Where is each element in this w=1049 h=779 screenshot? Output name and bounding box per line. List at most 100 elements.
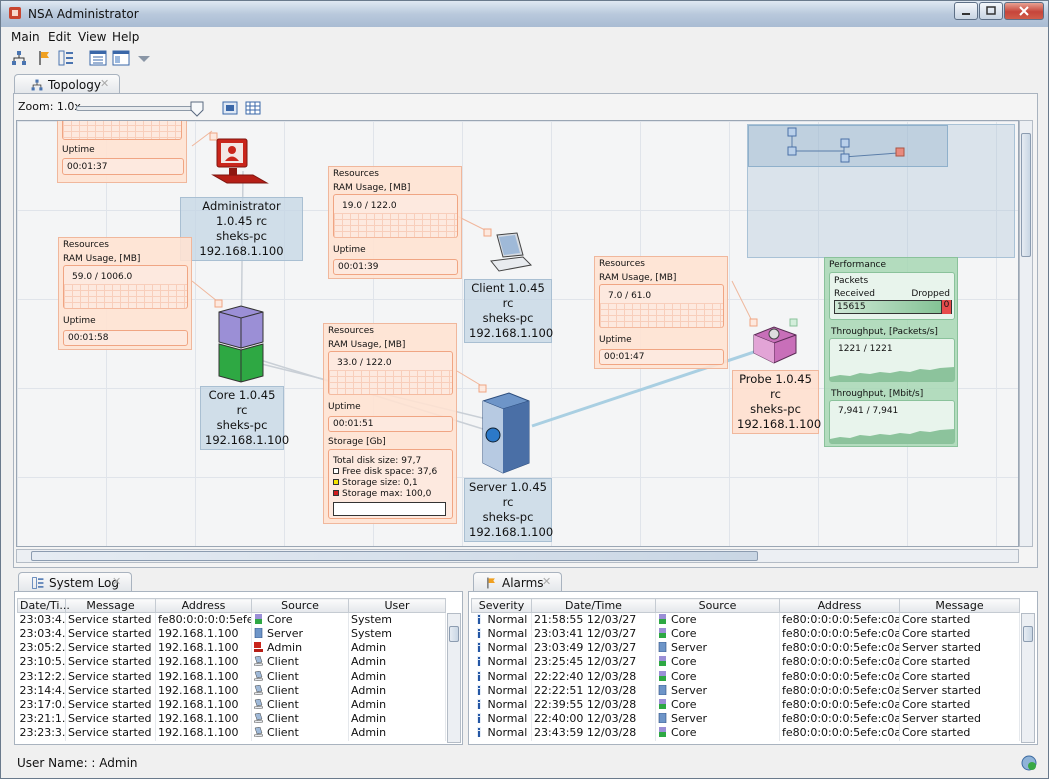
- menu-edit[interactable]: Edit: [48, 30, 71, 44]
- minimap[interactable]: [747, 124, 1015, 258]
- alarms-column-header[interactable]: Date/Time: [531, 598, 656, 613]
- packets-bar: 15615 0: [834, 300, 952, 314]
- menu-main[interactable]: Main: [11, 30, 40, 44]
- system-log-column-header[interactable]: Source: [251, 598, 349, 613]
- tab-close-icon[interactable]: ✕: [100, 77, 109, 90]
- tab-alarms[interactable]: Alarms ✕: [473, 572, 562, 592]
- canvas-horizontal-scrollbar[interactable]: [16, 549, 1019, 563]
- alarms-panel: Severity Date/Time Source Address Message No…: [468, 591, 1038, 745]
- topology-canvas[interactable]: Uptime 00:01:37 Administrator 1.0.45 rc …: [16, 120, 1019, 547]
- maximize-icon: [986, 6, 996, 15]
- table-row[interactable]: Normal 22:22:51 12/03/28 Server fe80:0:0:0:…: [471, 683, 1020, 698]
- maximize-button[interactable]: [979, 2, 1003, 20]
- table-row[interactable]: 23:14:4...Service started 192.168.1.100 Cl…: [17, 683, 446, 698]
- alarms-column-header[interactable]: Severity: [471, 598, 532, 613]
- title-bar[interactable]: NSA Administrator: [1, 1, 1048, 27]
- ram-label: RAM Usage, [MB]: [328, 340, 406, 350]
- vertical-scroll-thumb[interactable]: [1021, 133, 1031, 257]
- core-icon: [659, 727, 666, 738]
- system-log-cell: 23:21:1...: [17, 712, 66, 727]
- menu-help[interactable]: Help: [112, 30, 139, 44]
- system-log-cell-text: System: [351, 613, 393, 626]
- alarms-cell-text: Server started: [902, 641, 981, 655]
- system-log-cell-text: fe80:0:0:0:0:5efe:...: [158, 613, 251, 626]
- table-row[interactable]: Normal 22:40:00 12/03/28 Server fe80:0:0:0:…: [471, 712, 1020, 727]
- core-icon: [659, 699, 666, 710]
- core-resource-card: Resources RAM Usage, [MB] 59.0 / 1006.0 …: [58, 237, 192, 350]
- system-log-column-header[interactable]: User: [348, 598, 446, 613]
- client-node-icon[interactable]: [487, 231, 535, 277]
- table-row[interactable]: 23:03:4...Service started 192.168.1.100 Se…: [17, 627, 446, 642]
- system-log-scrollbar[interactable]: [447, 613, 461, 743]
- system-log-cell-text: Admin: [351, 712, 387, 726]
- horizontal-scroll-thumb[interactable]: [31, 551, 758, 561]
- table-row[interactable]: 23:12:2...Service started 192.168.1.100 Cl…: [17, 669, 446, 684]
- system-log-column-header[interactable]: Date/Ti...: [17, 598, 70, 613]
- table-row[interactable]: Normal 22:22:40 12/03/28 Core fe80:0:0:0:0:…: [471, 669, 1020, 684]
- zoom-slider[interactable]: [76, 106, 201, 111]
- system-log-column-header[interactable]: Message: [65, 598, 156, 613]
- table-row[interactable]: Normal 23:43:59 12/03/28 Core fe80:0:0:0:0:…: [471, 726, 1020, 741]
- menu-view[interactable]: View: [78, 30, 106, 44]
- probe-node-icon[interactable]: [752, 323, 798, 367]
- probe-performance-card: Performance Packets Received Dropped 156…: [824, 257, 958, 447]
- table-row[interactable]: 23:23:3...Service started 192.168.1.100 Cl…: [17, 726, 446, 741]
- server-icon: [658, 684, 667, 695]
- system-log-cell-text: Admin: [351, 655, 387, 669]
- window-icon[interactable]: [112, 49, 130, 67]
- table-row[interactable]: Normal 23:03:41 12/03/27 Core fe80:0:0:0:0:…: [471, 627, 1020, 642]
- system-log-icon[interactable]: [57, 49, 75, 67]
- system-log-cell: Service started: [65, 655, 156, 670]
- system-log-cell-text: 192.168.1.100: [158, 655, 239, 669]
- alarms-column-header[interactable]: Message: [899, 598, 1020, 613]
- table-row[interactable]: Normal 22:39:55 12/03/28 Core fe80:0:0:0:0:…: [471, 697, 1020, 713]
- tab-topology[interactable]: Topology ✕: [14, 74, 120, 94]
- system-log-cell: 192.168.1.100: [155, 655, 252, 670]
- list-view-icon[interactable]: [89, 49, 107, 67]
- dropdown-icon[interactable]: [135, 49, 153, 67]
- system-log-cell-text: 23:21:1...: [19, 712, 66, 726]
- alarms-cell: 23:03:49 12/03/27: [531, 641, 656, 656]
- topology-icon[interactable]: [10, 49, 28, 67]
- alarms-cell: Core started: [899, 669, 1020, 684]
- system-log-column-header[interactable]: Address: [155, 598, 252, 613]
- server-node-icon[interactable]: [479, 391, 533, 477]
- table-row[interactable]: 23:10:5...Service started 192.168.1.100 Cl…: [17, 655, 446, 670]
- table-row[interactable]: Normal 23:03:49 12/03/27 Server fe80:0:0:0:…: [471, 641, 1020, 656]
- close-button[interactable]: [1004, 2, 1044, 20]
- grid-toggle-icon[interactable]: [245, 101, 261, 115]
- client-icon: [254, 656, 263, 667]
- system-log-cell: 192.168.1.100: [155, 712, 252, 727]
- zoom-slider-thumb[interactable]: [190, 101, 204, 117]
- alarms-column-header[interactable]: Source: [655, 598, 780, 613]
- table-row[interactable]: 23:21:1...Service started 192.168.1.100 Cl…: [17, 712, 446, 727]
- connection-status-icon: [1021, 755, 1037, 771]
- canvas-vertical-scrollbar[interactable]: [1019, 120, 1033, 547]
- system-log-scroll-thumb[interactable]: [449, 626, 459, 642]
- system-log-cell: 192.168.1.100: [155, 683, 252, 698]
- table-row[interactable]: 23:17:0...Service started 192.168.1.100 Cl…: [17, 697, 446, 713]
- table-row[interactable]: Normal 23:25:45 12/03/27 Core fe80:0:0:0:0:…: [471, 655, 1020, 670]
- tab-close-icon[interactable]: ✕: [112, 575, 121, 588]
- alarms-scroll-thumb[interactable]: [1023, 626, 1033, 642]
- system-log-cell: Admin: [348, 712, 446, 727]
- core-node-icon[interactable]: [217, 304, 265, 384]
- table-row[interactable]: 23:03:4...Service started fe80:0:0:0:0:5e…: [17, 612, 446, 627]
- storage-bar: [333, 502, 446, 516]
- alarms-column-header[interactable]: Address: [779, 598, 900, 613]
- node-name: Probe 1.0.45 rc: [739, 372, 812, 401]
- tab-close-icon[interactable]: ✕: [542, 575, 551, 588]
- alarms-cell: Server: [655, 683, 780, 698]
- fit-view-icon[interactable]: [222, 101, 238, 115]
- alarms-cell: 22:22:51 12/03/28: [531, 683, 656, 698]
- alarm-flag-icon[interactable]: [35, 49, 53, 67]
- table-row[interactable]: 23:05:2...Service started 192.168.1.100 Ad…: [17, 641, 446, 656]
- minimize-button[interactable]: [954, 2, 978, 20]
- system-log-cell-text: 192.168.1.100: [158, 698, 239, 712]
- tab-system-log[interactable]: System Log ✕: [18, 572, 132, 592]
- resources-label: Resources: [333, 169, 379, 179]
- uptime-label: Uptime: [599, 335, 632, 345]
- administrator-node-icon[interactable]: [209, 137, 269, 193]
- alarms-scrollbar[interactable]: [1021, 613, 1035, 743]
- table-row[interactable]: Normal 21:58:55 12/03/27 Core fe80:0:0:0:0:…: [471, 612, 1020, 627]
